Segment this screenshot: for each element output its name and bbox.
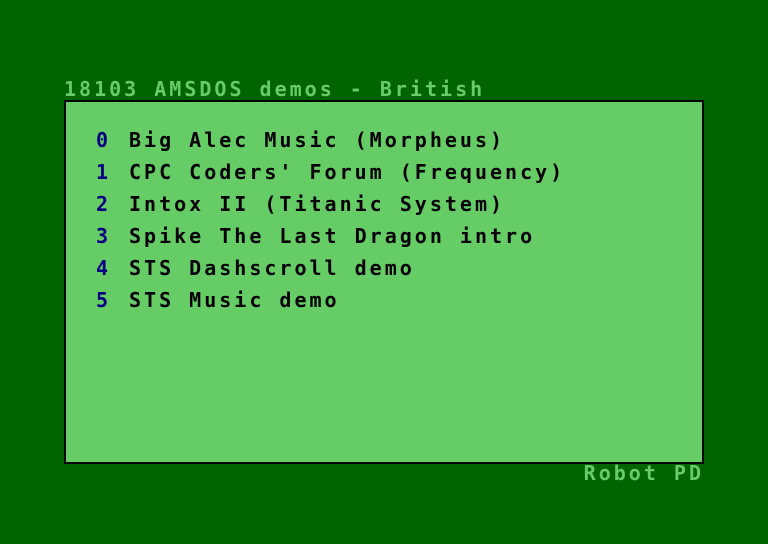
menu-key: 3: [96, 224, 112, 248]
menu-key: 4: [96, 256, 112, 280]
menu-key: 0: [96, 128, 112, 152]
menu-item-2[interactable]: 2 Intox II (Titanic System): [96, 188, 565, 220]
menu-item-5[interactable]: 5 STS Music demo: [96, 284, 565, 316]
menu-item-4[interactable]: 4 STS Dashscroll demo: [96, 252, 565, 284]
menu-label: STS Music demo: [129, 288, 340, 312]
menu-key: 5: [96, 288, 112, 312]
menu-key: 1: [96, 160, 112, 184]
menu-label: Big Alec Music (Morpheus): [129, 128, 506, 152]
screen-title: 18103 AMSDOS demos - British: [64, 77, 486, 101]
menu-label: Intox II (Titanic System): [129, 192, 506, 216]
menu-label: CPC Coders' Forum (Frequency): [129, 160, 566, 184]
menu-panel: 0 Big Alec Music (Morpheus) 1 CPC Coders' …: [64, 100, 704, 464]
credit-text: Robot PD: [583, 461, 704, 485]
menu-list: 0 Big Alec Music (Morpheus) 1 CPC Coders' …: [96, 124, 565, 316]
menu-item-3[interactable]: 3 Spike The Last Dragon intro: [96, 220, 565, 252]
menu-item-1[interactable]: 1 CPC Coders' Forum (Frequency): [96, 156, 565, 188]
menu-label: STS Dashscroll demo: [129, 256, 415, 280]
menu-label: Spike The Last Dragon intro: [129, 224, 536, 248]
menu-key: 2: [96, 192, 112, 216]
menu-item-0[interactable]: 0 Big Alec Music (Morpheus): [96, 124, 565, 156]
